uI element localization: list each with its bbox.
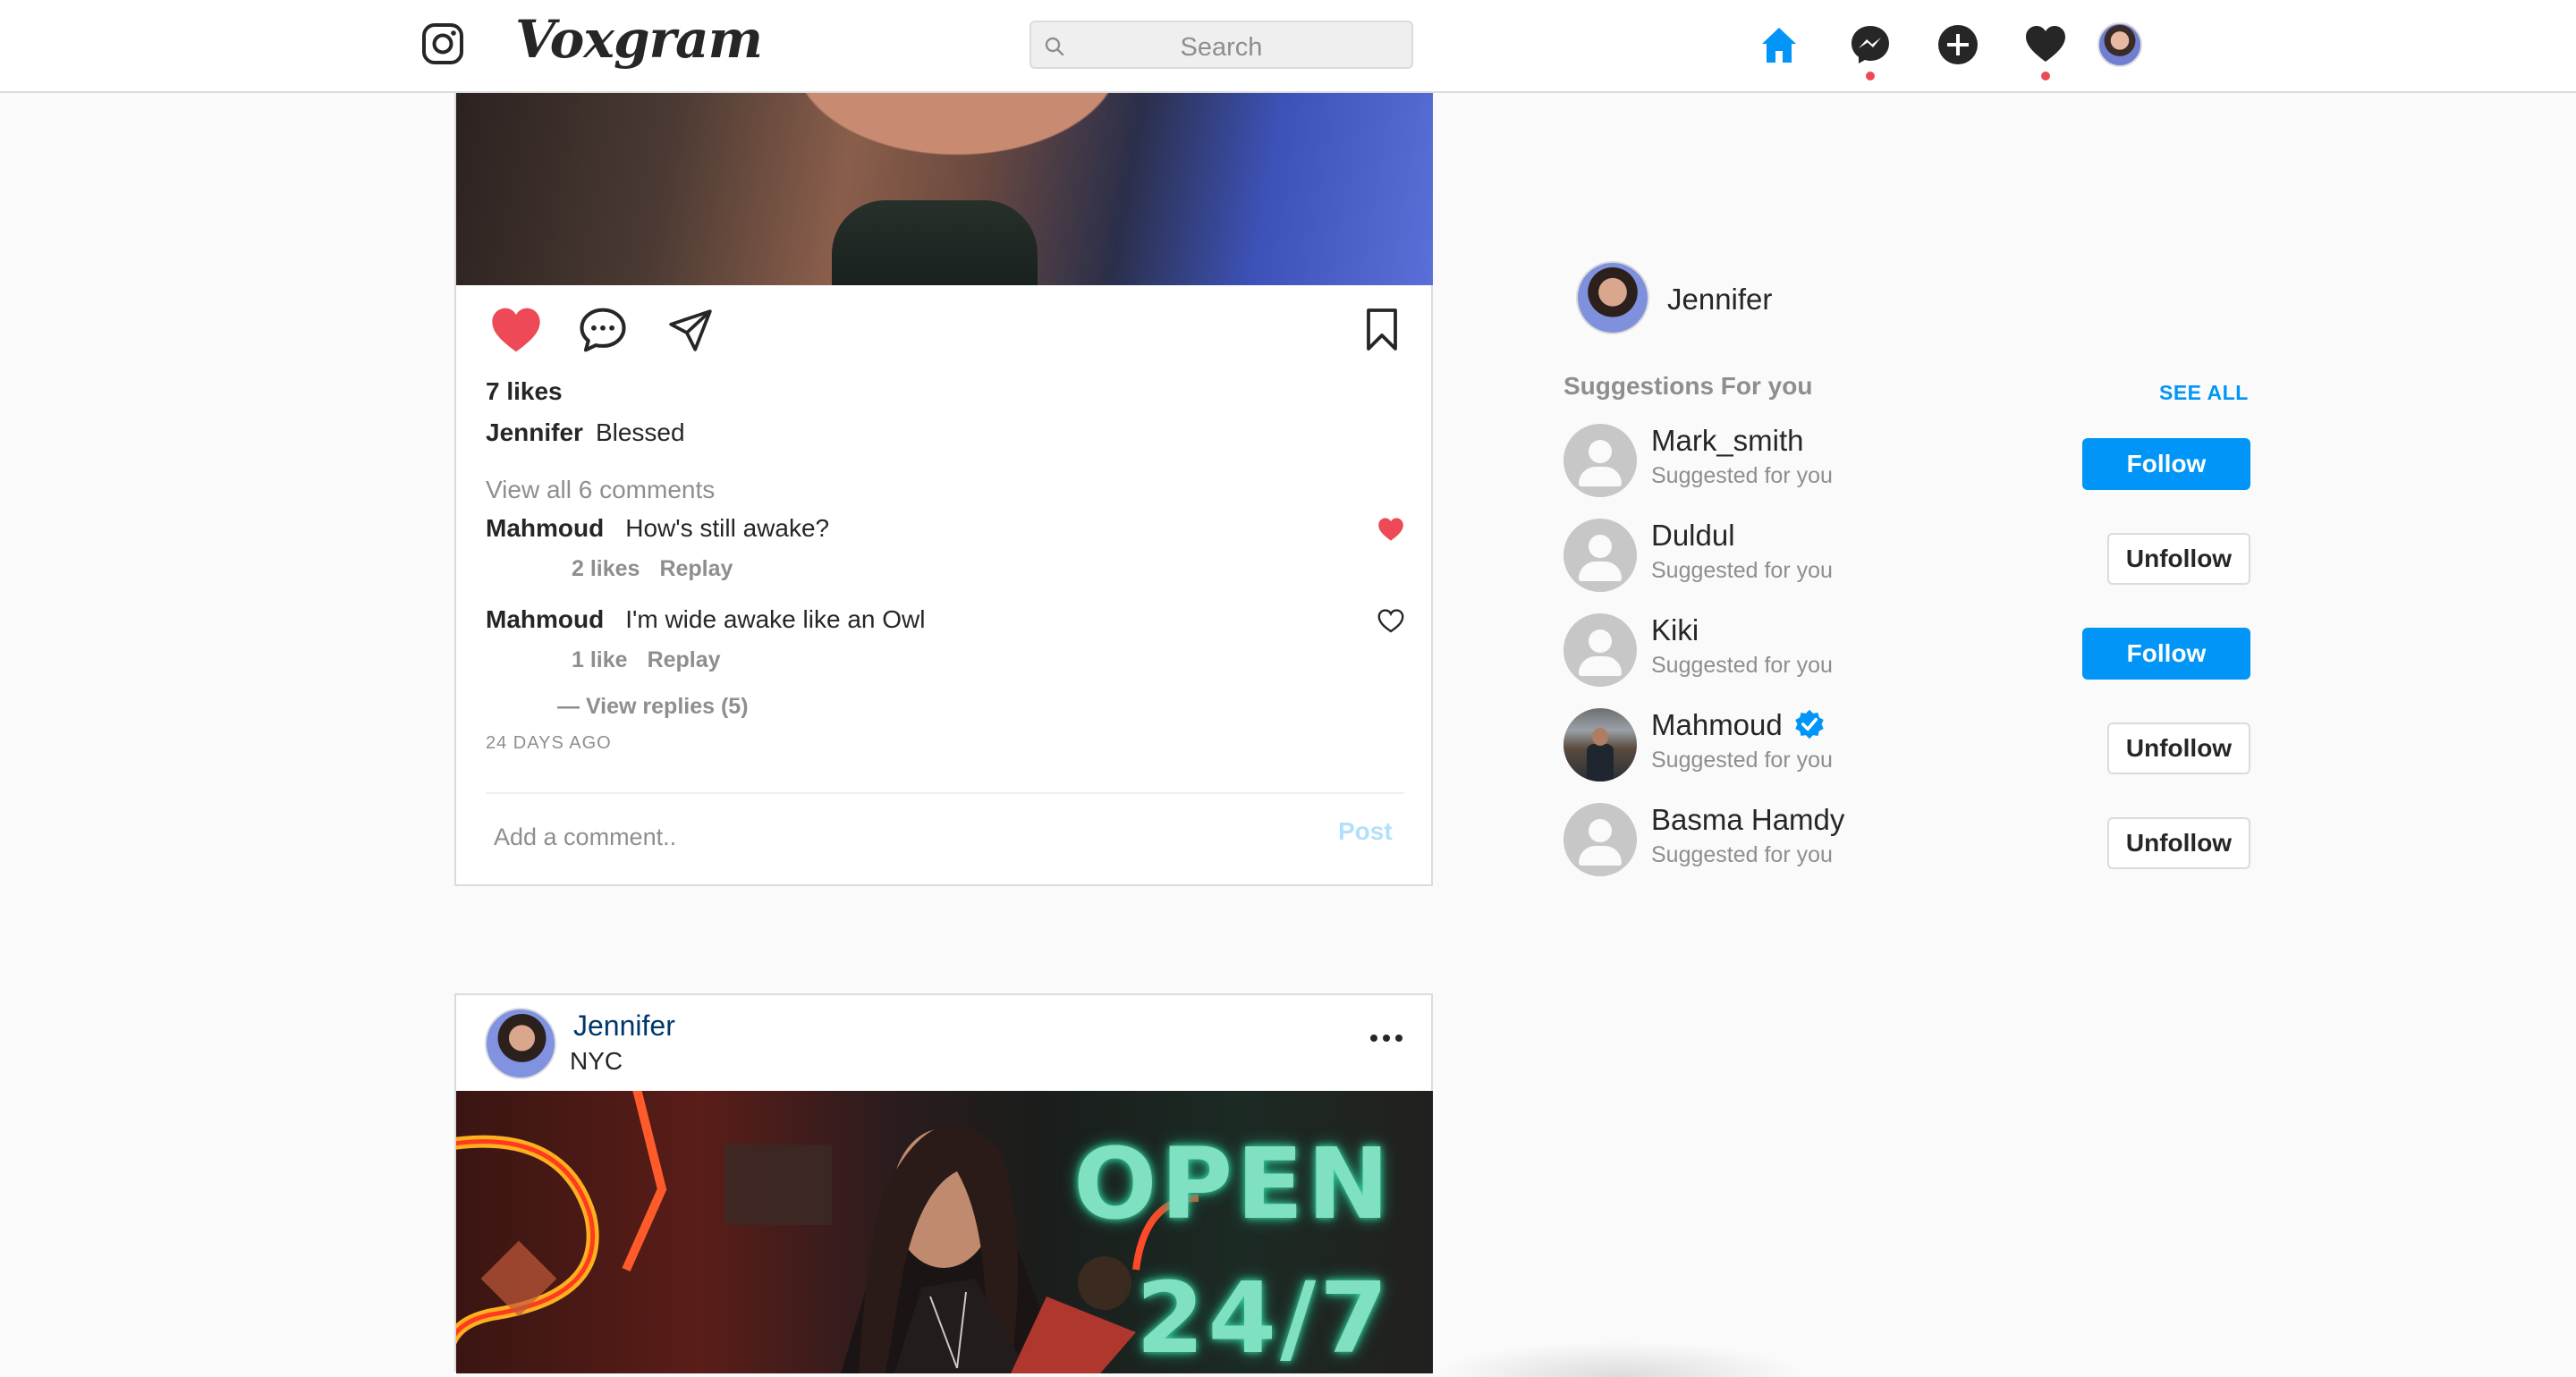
unfollow-button[interactable]: Unfollow xyxy=(2107,533,2250,585)
post-timestamp: 24 DAYS AGO xyxy=(486,733,612,753)
suggestions-title: Suggestions For you xyxy=(1563,372,1813,400)
verified-badge-icon xyxy=(1795,710,1824,739)
caption-username[interactable]: Jennifer xyxy=(486,418,583,446)
comment-heart-outline-icon[interactable] xyxy=(1377,607,1404,634)
messenger-icon[interactable] xyxy=(1848,22,1893,67)
comment-meta: 1 like Replay xyxy=(572,647,741,673)
comment-likes[interactable]: 1 like xyxy=(572,647,628,672)
suggestion-subtitle: Suggested for you xyxy=(1651,653,1833,678)
top-navigation-bar: Voxgram Search xyxy=(0,0,2576,93)
suggestion-username[interactable]: Mahmoud xyxy=(1651,708,1783,741)
follow-button[interactable]: Follow xyxy=(2082,628,2250,680)
search-input[interactable]: Search xyxy=(1030,21,1413,69)
suggestion-username-wrap: Mahmoud xyxy=(1651,708,1826,743)
comment-username[interactable]: Mahmoud xyxy=(486,514,604,542)
comment-reply-button[interactable]: Replay xyxy=(659,556,733,581)
post-author-username[interactable]: Jennifer xyxy=(573,1010,675,1043)
comment-row: Mahmoud How's still awake? xyxy=(486,514,829,543)
suggestion-subtitle: Suggested for you xyxy=(1651,842,1833,867)
suggestion-username[interactable]: Duldul xyxy=(1651,519,1735,553)
bookmark-icon[interactable] xyxy=(1363,308,1401,352)
comment-divider xyxy=(486,792,1404,794)
post-card: 7 likes Jennifer Blessed View all 6 comme… xyxy=(454,93,1433,886)
comment-username[interactable]: Mahmoud xyxy=(486,605,604,633)
share-send-icon[interactable] xyxy=(667,308,714,354)
suggestion-username[interactable]: Basma Hamdy xyxy=(1651,803,1844,837)
default-user-avatar[interactable] xyxy=(1563,424,1637,497)
post-location[interactable]: NYC xyxy=(570,1047,623,1076)
follow-button[interactable]: Follow xyxy=(2082,438,2250,490)
neon-sign-hours: 24/7 xyxy=(1136,1261,1392,1373)
suggestion-subtitle: Suggested for you xyxy=(1651,748,1833,773)
comment-icon[interactable] xyxy=(578,306,628,354)
see-all-link[interactable]: SEE ALL xyxy=(2159,381,2249,405)
post-photo[interactable]: OPEN 24/7 xyxy=(456,1091,1433,1373)
default-user-avatar[interactable] xyxy=(1563,613,1637,687)
activity-heart-icon[interactable] xyxy=(2023,22,2068,67)
default-user-avatar[interactable] xyxy=(1563,519,1637,592)
suggestion-row: Mark_smith Suggested for you Follow xyxy=(1563,424,2250,501)
current-user-avatar[interactable] xyxy=(1576,261,1649,334)
comment-text: How's still awake? xyxy=(625,514,830,542)
user-photo-avatar[interactable] xyxy=(1563,708,1637,781)
post-photo[interactable] xyxy=(456,93,1433,285)
add-comment-input[interactable] xyxy=(492,814,1301,860)
comment-row: Mahmoud I'm wide awake like an Owl xyxy=(486,605,925,634)
profile-avatar[interactable] xyxy=(2097,22,2142,67)
current-user-name[interactable]: Jennifer xyxy=(1667,283,1772,317)
suggestion-row: Duldul Suggested for you Unfollow xyxy=(1563,519,2250,596)
comment-reply-button[interactable]: Replay xyxy=(648,647,721,672)
neon-sign-open: OPEN xyxy=(1073,1127,1394,1241)
activity-notification-dot xyxy=(2041,72,2050,80)
unfollow-button[interactable]: Unfollow xyxy=(2107,817,2250,869)
view-all-comments-link[interactable]: View all 6 comments xyxy=(486,476,715,504)
liked-heart-icon[interactable] xyxy=(490,306,542,354)
default-user-avatar[interactable] xyxy=(1563,803,1637,876)
suggestion-subtitle: Suggested for you xyxy=(1651,558,1833,583)
comment-meta: 2 likes Replay xyxy=(572,556,752,582)
post-card: Jennifer NYC OPEN 24/7 xyxy=(454,993,1433,1373)
more-options-icon[interactable] xyxy=(1368,1029,1404,1047)
brand-wordmark[interactable]: Voxgram xyxy=(515,9,763,70)
search-placeholder: Search xyxy=(1180,33,1263,62)
suggestion-username[interactable]: Mark_smith xyxy=(1651,424,1804,458)
instagram-logo-icon[interactable] xyxy=(420,21,465,66)
suggestion-row: Basma Hamdy Suggested for you Unfollow xyxy=(1563,803,2250,880)
messenger-notification-dot xyxy=(1866,72,1875,80)
view-replies-link[interactable]: — View replies (5) xyxy=(557,694,749,720)
suggestion-username[interactable]: Kiki xyxy=(1651,613,1699,647)
suggestion-row: Kiki Suggested for you Follow xyxy=(1563,613,2250,690)
home-icon[interactable] xyxy=(1757,22,1801,67)
suggestion-subtitle: Suggested for you xyxy=(1651,463,1833,488)
post-caption: Jennifer Blessed xyxy=(486,418,685,447)
create-post-icon[interactable] xyxy=(1936,22,1980,67)
unfollow-button[interactable]: Unfollow xyxy=(2107,722,2250,774)
bottom-scroll-shadow xyxy=(1431,1341,1807,1377)
post-author-avatar[interactable] xyxy=(485,1008,556,1079)
suggestion-row: Mahmoud Suggested for you Unfollow xyxy=(1563,708,2250,785)
likes-count[interactable]: 7 likes xyxy=(486,377,563,406)
comment-liked-heart-icon[interactable] xyxy=(1377,516,1404,543)
post-comment-button[interactable]: Post xyxy=(1338,817,1393,846)
caption-text: Blessed xyxy=(595,418,685,446)
comment-likes[interactable]: 2 likes xyxy=(572,556,640,581)
comment-text: I'm wide awake like an Owl xyxy=(625,605,926,633)
